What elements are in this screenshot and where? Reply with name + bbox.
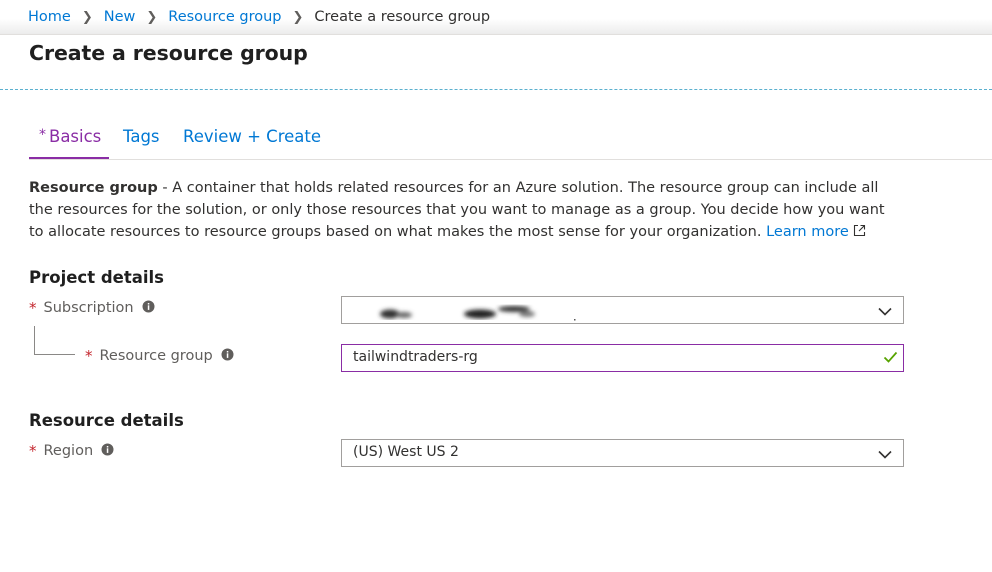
tab-basics-label: Basics <box>49 127 102 146</box>
external-link-icon[interactable] <box>853 222 866 244</box>
breadcrumb-current: Create a resource group <box>314 9 491 25</box>
subscription-label-text: Subscription <box>43 300 134 316</box>
region-label: * Region <box>29 442 114 460</box>
page-title: Create a resource group <box>29 41 308 65</box>
resource-details-heading: Resource details <box>29 411 184 430</box>
subscription-label: * Subscription <box>29 299 155 317</box>
tab-basics[interactable]: * Basics <box>29 127 110 160</box>
resource-group-label-text: Resource group <box>99 348 213 364</box>
subscription-value-redacted <box>362 303 602 325</box>
required-marker: * <box>39 127 46 143</box>
chevron-down-icon[interactable] <box>878 304 892 320</box>
learn-more-link[interactable]: Learn more <box>766 224 849 240</box>
breadcrumb-resource-group-link[interactable]: Resource group <box>168 9 281 25</box>
breadcrumb-home-link[interactable]: Home <box>28 9 71 25</box>
region-dropdown[interactable]: (US) West US 2 <box>341 439 904 467</box>
breadcrumb-new-link[interactable]: New <box>104 9 136 25</box>
breadcrumb: Home ❯ New ❯ Resource group ❯ Create a r… <box>28 9 490 25</box>
info-icon[interactable] <box>221 348 234 365</box>
chevron-right-icon: ❯ <box>292 9 304 25</box>
project-details-heading: Project details <box>29 268 164 287</box>
required-marker: * <box>85 347 93 365</box>
required-marker: * <box>29 299 37 317</box>
resource-group-input[interactable]: tailwindtraders-rg <box>341 344 904 372</box>
description-body: - A container that holds related resourc… <box>29 180 885 240</box>
required-marker: * <box>29 442 37 460</box>
resource-group-value: tailwindtraders-rg <box>353 349 478 365</box>
subscription-dropdown[interactable] <box>341 296 904 324</box>
resource-group-label: * Resource group <box>85 347 234 365</box>
tree-connector <box>34 326 75 355</box>
info-icon[interactable] <box>142 300 155 317</box>
header-divider <box>0 89 992 90</box>
region-label-text: Region <box>43 443 94 459</box>
breadcrumb-bar: Home ❯ New ❯ Resource group ❯ Create a r… <box>0 0 992 35</box>
checkmark-icon <box>883 351 898 367</box>
chevron-right-icon: ❯ <box>146 9 158 25</box>
chevron-down-icon[interactable] <box>878 447 892 463</box>
description-lead: Resource group <box>29 180 158 196</box>
chevron-right-icon: ❯ <box>81 9 93 25</box>
resource-group-description: Resource group - A container that holds … <box>29 177 899 244</box>
region-value: (US) West US 2 <box>353 444 459 460</box>
tab-divider <box>29 159 992 160</box>
tab-tags[interactable]: Tags <box>123 127 160 146</box>
tab-review-create[interactable]: Review + Create <box>183 127 321 146</box>
info-icon[interactable] <box>101 443 114 460</box>
